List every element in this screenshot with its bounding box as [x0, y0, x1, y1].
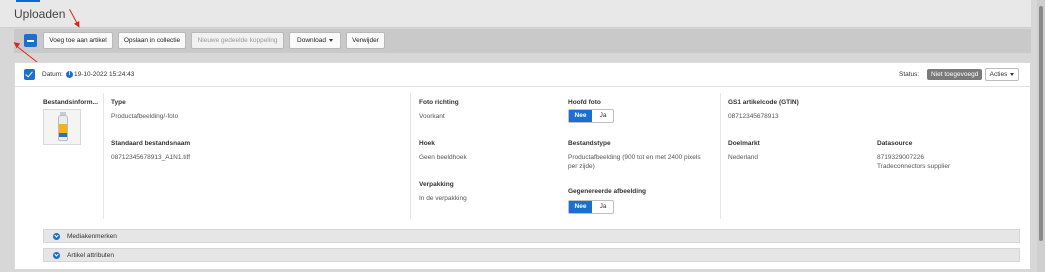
type-label: Type	[111, 99, 126, 106]
image-thumbnail[interactable]	[43, 109, 81, 145]
type-value: Productafbeelding/-foto	[111, 113, 179, 120]
card-header: Datum: i 19-10-2022 15:24:43 Status: Nie…	[15, 63, 1030, 87]
packaging-value: In de verpakking	[419, 195, 467, 202]
actions-dropdown[interactable]: Acties	[985, 68, 1019, 81]
datasource-value-1: 8719329007226	[877, 154, 924, 161]
chevron-down-circle-icon	[53, 252, 60, 259]
chevron-down-icon	[328, 38, 333, 42]
generated-image-toggle[interactable]: Nee Ja	[568, 200, 614, 214]
delete-button[interactable]: Verwijder	[346, 32, 385, 49]
gtin-label: GS1 artikelcode (GTIN)	[728, 99, 799, 106]
scrollbar-thumb[interactable]	[1039, 6, 1043, 241]
date-value: 19-10-2022 15:24:43	[74, 71, 135, 78]
add-to-article-button[interactable]: Voeg toe aan artikel	[43, 32, 113, 49]
filetype-value: Productafbeelding (900 tot en met 2400 p…	[568, 154, 701, 170]
product-label-band	[59, 133, 67, 137]
photo-direction-label: Foto richting	[419, 99, 459, 106]
upload-page: Uploaden Voeg toe aan artikel Opslaan in…	[0, 0, 1045, 272]
upload-item-card: Datum: i 19-10-2022 15:24:43 Status: Nie…	[14, 62, 1031, 270]
generated-image-no-option[interactable]: Nee	[569, 201, 592, 213]
chevron-down-circle-icon	[53, 233, 60, 240]
date-label: Datum:	[42, 71, 63, 78]
info-icon[interactable]: i	[66, 71, 73, 78]
generated-image-label: Gegenereerde afbeelding	[568, 188, 647, 195]
column-divider	[410, 93, 411, 219]
new-shared-link-button[interactable]: Nieuwe gedeelde koppeling	[191, 32, 284, 49]
product-label	[59, 124, 67, 133]
chevron-down-icon	[1010, 72, 1015, 76]
angle-label: Hoek	[419, 140, 435, 147]
std-filename-value: 08712345678913_A1N1.tiff	[111, 154, 191, 161]
filetype-label: Bestandstype	[568, 140, 611, 147]
main-photo-label: Hoofd foto	[568, 99, 601, 106]
generated-image-yes-option[interactable]: Ja	[593, 201, 613, 213]
accordion-article-attributes[interactable]: Artikel attributen	[43, 248, 1020, 262]
status-label: Status:	[899, 71, 920, 78]
main-photo-toggle[interactable]: Nee Ja	[568, 109, 614, 123]
datasource-label: Datasource	[877, 140, 913, 147]
column-divider	[720, 93, 721, 219]
accordion-label: Mediakenmerken	[67, 233, 117, 240]
page-title: Uploaden	[14, 7, 66, 21]
active-tab-indicator	[16, 0, 40, 2]
photo-direction-value: Voorkant	[419, 113, 445, 120]
download-label: Download	[297, 37, 326, 44]
packaging-label: Verpakking	[419, 181, 454, 188]
target-market-value: Nederland	[728, 154, 758, 161]
file-info-label: Bestandsinform...	[43, 99, 98, 106]
accordion-label: Artikel attributen	[67, 252, 114, 259]
accordion-media-brands[interactable]: Mediakenmerken	[43, 229, 1020, 243]
target-market-label: Doelmarkt	[728, 140, 760, 147]
scrollbar[interactable]	[1037, 0, 1045, 272]
std-filename-label: Standaard bestandsnaam	[111, 140, 191, 147]
angle-value: Geen beeldhoek	[419, 154, 467, 161]
datasource-value-2: Tradeconnectors supplier	[877, 163, 951, 170]
row-checkbox[interactable]	[24, 69, 35, 80]
toolbar: Voeg toe aan artikel Opslaan in collecti…	[14, 29, 1031, 53]
gtin-value: 08712345678913	[728, 113, 779, 120]
main-photo-no-option[interactable]: Nee	[569, 110, 592, 122]
main-photo-yes-option[interactable]: Ja	[593, 110, 613, 122]
save-in-collection-button[interactable]: Opslaan in collectie	[118, 32, 186, 49]
page-header: Uploaden	[0, 0, 1031, 28]
download-button[interactable]: Download	[289, 32, 341, 49]
status-badge: Niet toegevoegd	[927, 69, 983, 80]
select-all-checkbox[interactable]	[24, 34, 37, 47]
actions-label: Acties	[989, 71, 1008, 78]
column-divider	[103, 93, 104, 219]
